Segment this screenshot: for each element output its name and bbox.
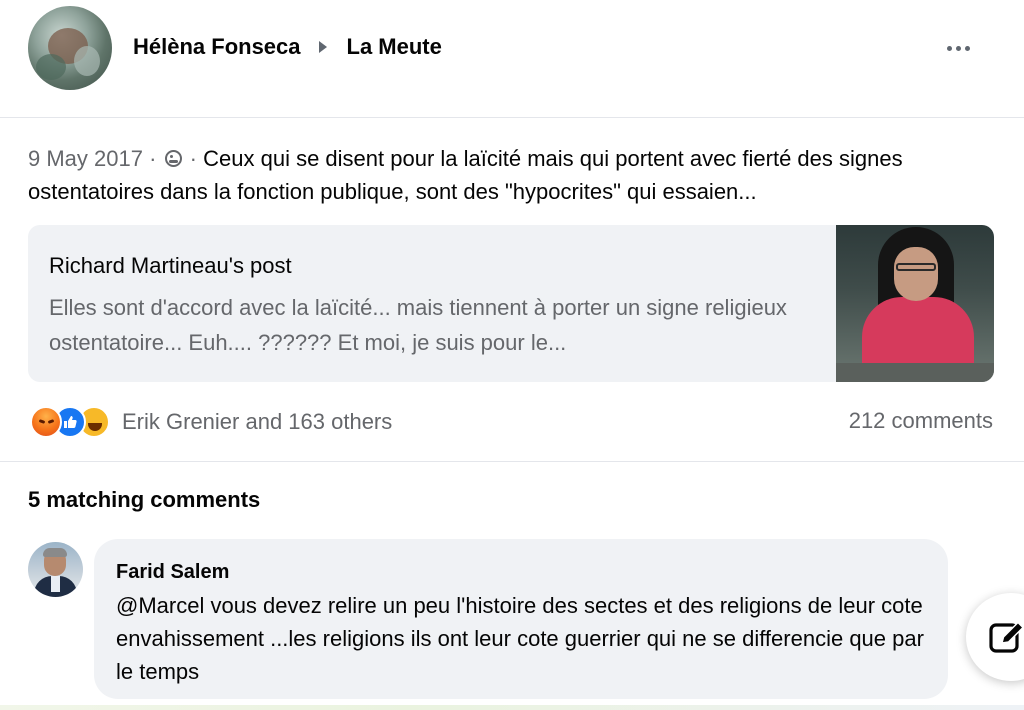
bottom-strip [0, 705, 1024, 710]
author-name[interactable]: Hélèna Fonseca [133, 34, 301, 60]
shared-post-thumbnail [836, 225, 994, 382]
avatar-photo-detail [74, 46, 100, 76]
comment-text: @Marcel vous devez relire un peu l'histo… [116, 593, 924, 684]
dot [964, 45, 970, 51]
shared-post-title: Richard Martineau's post [49, 253, 292, 278]
dot [955, 45, 961, 51]
group-name[interactable]: La Meute [347, 34, 442, 60]
divider [0, 461, 1024, 462]
thumbs-up-icon [64, 416, 77, 428]
thumbnail-detail [896, 263, 936, 271]
reactions-summary[interactable]: Erik Grenier and 163 others [30, 405, 392, 439]
thumbnail-detail [894, 247, 938, 301]
author-avatar[interactable] [28, 6, 112, 90]
meta-separator: · [149, 146, 157, 171]
shared-post-excerpt: Elles sont d'accord avec la laïcité... m… [49, 295, 787, 355]
matching-comments-title: 5 matching comments [28, 487, 261, 512]
avatar-photo-detail [51, 576, 60, 592]
commenter-avatar[interactable] [28, 542, 83, 597]
reactors-text[interactable]: Erik Grenier and 163 others [122, 409, 392, 435]
post-body: Ceux qui se disent pour la laïcité mais … [28, 146, 903, 204]
meta-separator: · [189, 146, 197, 171]
globe-icon[interactable] [164, 150, 182, 167]
post-text: 9 May 2017 · · Ceux qui se disent pour l… [28, 142, 988, 208]
avatar-photo-detail [36, 54, 66, 80]
dot [946, 45, 952, 51]
comment-author[interactable]: Farid Salem [116, 561, 229, 584]
comments-count[interactable]: 212 comments [849, 408, 993, 434]
comment-bubble: Farid Salem @Marcel vous devez relire un… [94, 539, 948, 699]
avatar-photo-detail [43, 548, 67, 557]
caret-right-icon [318, 41, 327, 53]
compose-button[interactable] [966, 593, 1024, 681]
post-date[interactable]: 9 May 2017 [28, 146, 143, 171]
thumbnail-detail [836, 363, 994, 382]
angry-reaction-icon [30, 406, 62, 438]
shared-post-card[interactable]: Richard Martineau's post Elles sont d'ac… [28, 225, 994, 382]
author-line: Hélèna Fonseca La Meute [133, 34, 442, 60]
post-header: Hélèna Fonseca La Meute [0, 0, 1024, 118]
more-options-icon[interactable] [938, 32, 978, 64]
compose-icon [989, 621, 1024, 653]
